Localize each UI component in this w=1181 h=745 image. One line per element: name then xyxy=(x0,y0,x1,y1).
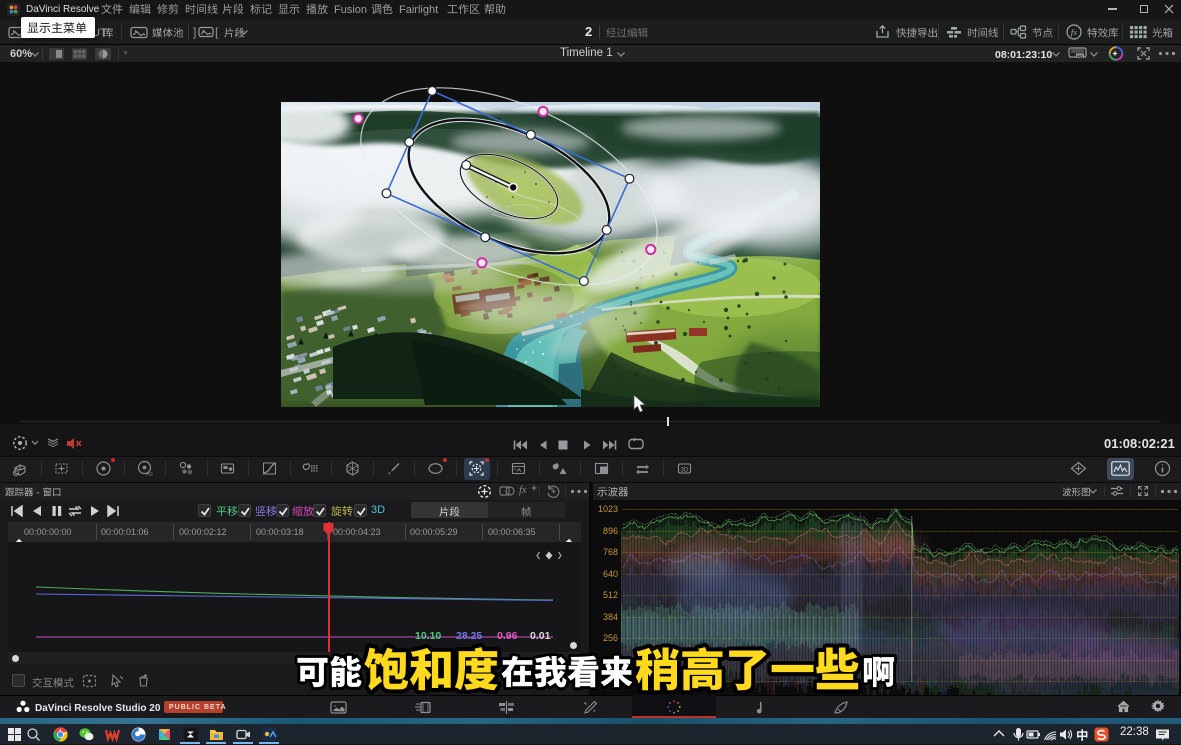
svg-text:HQ: HQ xyxy=(1077,53,1083,58)
svg-text:fx: fx xyxy=(1071,27,1077,37)
svg-text:HDR: HDR xyxy=(146,472,153,477)
svg-text:3D: 3D xyxy=(681,468,689,474)
